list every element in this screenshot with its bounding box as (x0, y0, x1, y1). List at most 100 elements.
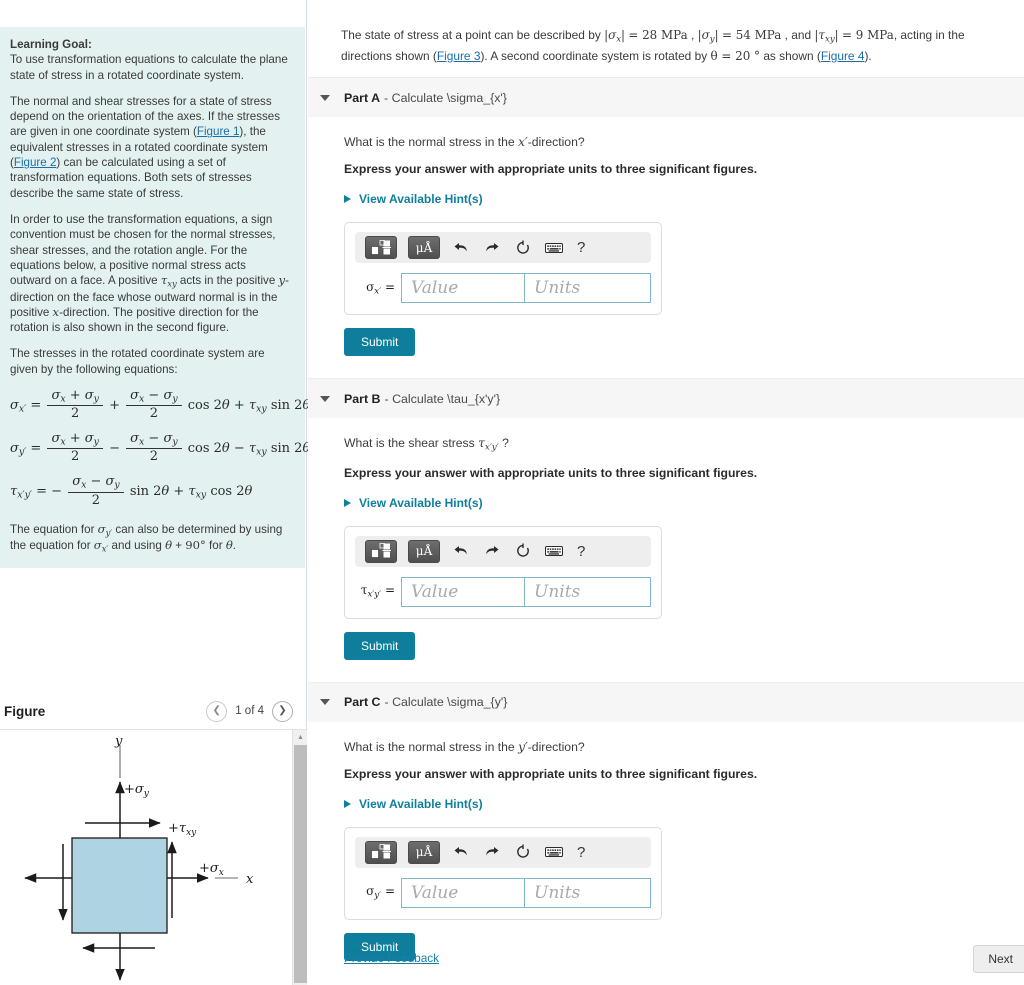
tau-xy-label: +τxy (168, 821, 197, 838)
units-micro-angstrom-button[interactable]: μÅ (408, 539, 440, 563)
right-panel: The state of stress at a point can be de… (308, 0, 1024, 985)
units-micro-angstrom-button[interactable]: μÅ (408, 236, 440, 260)
part-a-header[interactable]: Part A - Calculate \sigma_{x'} (308, 77, 1024, 118)
math-template-glyph (371, 543, 391, 558)
help-button[interactable]: ? (575, 543, 587, 560)
stress-element-diagram: y x +σy +τxy +σx (24, 734, 254, 981)
part-a-units-placeholder: Units (534, 278, 581, 299)
scrollbar-thumb[interactable] (294, 745, 307, 983)
paragraph-two: The normal and shear stresses for a stat… (10, 94, 289, 201)
keyboard-icon[interactable] (544, 842, 564, 862)
part-c-answer-symbol: σy′ = (366, 884, 395, 901)
math-template-icon[interactable] (365, 539, 397, 563)
reset-circle-icon[interactable] (513, 541, 533, 561)
part-a-value-input[interactable]: Value (401, 273, 525, 304)
part-c-header[interactable]: Part C - Calculate \sigma_{y'} (308, 681, 1024, 722)
part-a-hint-label: View Available Hint(s) (359, 192, 483, 207)
undo-arrow-icon[interactable] (451, 541, 471, 561)
part-c-answer-box: μÅ ? σy′ = Value Units (344, 826, 662, 920)
figure-pager: ❮ 1 of 4 ❯ (206, 700, 293, 722)
learning-goal-text: To use transformation equations to calcu… (10, 53, 288, 82)
figure-prev-button[interactable]: ❮ (206, 700, 228, 722)
scroll-up-icon[interactable]: ▲ (293, 730, 307, 744)
redo-arrow-icon[interactable] (482, 541, 502, 561)
part-c-hint-toggle[interactable]: View Available Hint(s) (344, 797, 1024, 811)
part-b-value-input[interactable]: Value (401, 576, 525, 607)
undo-arrow-icon[interactable] (451, 238, 471, 258)
chevron-down-icon[interactable] (320, 699, 330, 706)
part-a-answer-box: μÅ ? σx′ = Value Units (344, 222, 662, 316)
units-label: μÅ (415, 845, 433, 860)
part-b-instruction: Express your answer with appropriate uni… (344, 465, 758, 480)
axis-x-label: x (246, 872, 254, 887)
learning-goal-paragraph: Learning Goal: To use transformation equ… (10, 37, 289, 83)
figure-panel-title: Figure (4, 703, 46, 719)
part-b-units-input[interactable]: Units (525, 576, 651, 607)
left-panel: Learning Goal: To use transformation equ… (0, 0, 311, 985)
paragraph-four: The stresses in the rotated coordinate s… (10, 347, 265, 376)
part-a-label: Part A (344, 90, 381, 105)
part-a-toolbar: μÅ ? (355, 232, 651, 264)
next-button[interactable]: Next (973, 945, 1024, 973)
equation-tau-x-prime-y-prime: τx′y′ = − σx − σy 2 sin 2θ + τxy cos 2θ (10, 474, 253, 508)
triangle-right-icon (344, 195, 351, 204)
part-c-body: What is the normal stress in the y′-dire… (308, 722, 1024, 969)
part-b-hint-toggle[interactable]: View Available Hint(s) (344, 496, 1024, 510)
part-a-hint-toggle[interactable]: View Available Hint(s) (344, 192, 1024, 206)
part-c-question: What is the normal stress in the y′-dire… (344, 739, 585, 754)
figure-page-label: 1 of 4 (235, 705, 264, 717)
part-c-value-input[interactable]: Value (401, 877, 525, 908)
learning-goal-heading: Learning Goal: (10, 38, 92, 51)
part-c-units-placeholder: Units (534, 882, 581, 903)
redo-arrow-icon[interactable] (482, 238, 502, 258)
part-a-value-placeholder: Value (411, 278, 459, 299)
figure-1-link[interactable]: Figure 1 (197, 125, 240, 138)
part-a-submit-button[interactable]: Submit (344, 328, 416, 357)
reset-circle-icon[interactable] (513, 238, 533, 258)
part-c-label: Part C (344, 695, 381, 710)
triangle-right-icon (344, 799, 351, 808)
part-a-units-input[interactable]: Units (525, 273, 651, 304)
problem-statement: The state of stress at a point can be de… (341, 28, 965, 63)
provide-feedback-link[interactable]: Provide Feedback (344, 951, 439, 965)
part-c-hint-label: View Available Hint(s) (359, 796, 483, 811)
sigma-x-label: +σx (199, 861, 224, 878)
sigma-y-symbol: |σy| (697, 28, 719, 45)
figure-scrollbar[interactable]: ▲ (292, 730, 307, 985)
help-button[interactable]: ? (575, 239, 587, 256)
undo-arrow-icon[interactable] (451, 842, 471, 862)
paragraph-closing: The equation for σy′ can also be determi… (10, 521, 283, 554)
help-button[interactable]: ? (575, 844, 587, 861)
part-b-header[interactable]: Part B - Calculate \tau_{x'y'} (308, 378, 1024, 419)
stmt-text-d: as shown ( (760, 48, 821, 63)
units-micro-angstrom-button[interactable]: μÅ (408, 840, 440, 864)
triangle-right-icon (344, 498, 351, 507)
part-a-body: What is the normal stress in the x′-dire… (308, 117, 1024, 364)
part-c-units-input[interactable]: Units (525, 877, 651, 908)
reset-circle-icon[interactable] (513, 842, 533, 862)
part-b-title: - Calculate \tau_{x'y'} (384, 391, 501, 406)
figure-3-link[interactable]: Figure 3 (437, 49, 481, 63)
math-template-glyph (371, 239, 391, 255)
theta-value: θ = 20 ° (710, 48, 761, 63)
figure-next-button[interactable]: ❯ (272, 700, 293, 722)
part-a-instruction: Express your answer with appropriate uni… (344, 162, 758, 177)
equation-sigma-y-prime: σy′ = σx + σy 2 − σx − σy 2 cos 2θ − τxy s… (10, 431, 311, 465)
math-template-glyph (371, 844, 391, 859)
figure-2-link[interactable]: Figure 2 (14, 156, 57, 169)
keyboard-icon[interactable] (544, 238, 564, 258)
tau-xy-value: = 9 MPa (842, 28, 894, 42)
sigma-x-symbol: |σx| (604, 28, 626, 45)
part-b-submit-button[interactable]: Submit (344, 631, 416, 660)
redo-arrow-icon[interactable] (482, 842, 502, 862)
keyboard-icon[interactable] (544, 541, 564, 561)
figure-4-link[interactable]: Figure 4 (821, 49, 865, 63)
math-template-icon[interactable] (365, 236, 397, 260)
part-b-value-placeholder: Value (411, 581, 459, 602)
units-label: μÅ (415, 544, 433, 559)
math-template-icon[interactable] (365, 840, 397, 864)
chevron-down-icon[interactable] (320, 395, 330, 402)
part-b-body: What is the shear stress τx′y′ ? Express… (308, 418, 1024, 667)
page-footer: Provide Feedback Next (308, 939, 1024, 985)
chevron-down-icon[interactable] (320, 94, 330, 101)
